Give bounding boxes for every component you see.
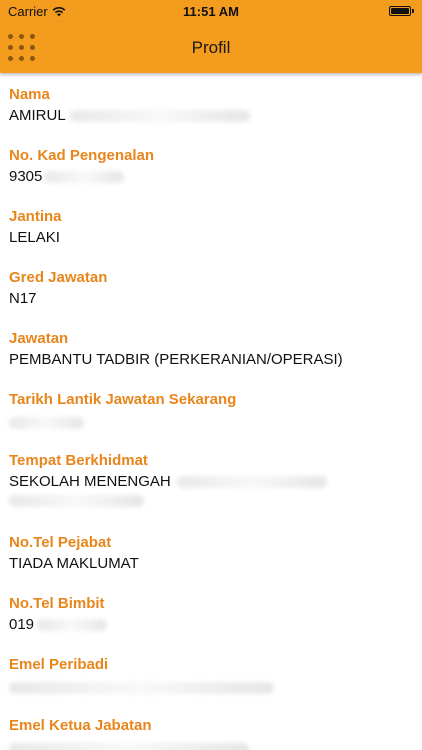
field-value: 9305 bbox=[9, 167, 414, 186]
status-left: Carrier bbox=[8, 4, 66, 19]
field-jawatan: Jawatan PEMBANTU TADBIR (PERKERANIAN/OPE… bbox=[9, 330, 414, 369]
field-label: Nama bbox=[9, 86, 50, 103]
wifi-icon bbox=[52, 6, 66, 16]
field-value-text: SEKOLAH MENENGAH bbox=[9, 473, 171, 490]
field-value: N17 bbox=[9, 289, 414, 308]
field-value-text: PEMBANTU TADBIR (PERKERANIAN/OPERASI) bbox=[9, 351, 343, 368]
redacted-text bbox=[9, 682, 274, 694]
field-value-line2 bbox=[9, 495, 414, 507]
field-no-kad-pengenalan: No. Kad Pengenalan 9305 bbox=[9, 147, 414, 186]
field-value-text: TIADA MAKLUMAT bbox=[9, 555, 139, 572]
battery-icon bbox=[389, 6, 414, 16]
redacted-text bbox=[176, 475, 327, 488]
field-value: 019 bbox=[9, 615, 414, 634]
status-bar: Carrier 11:51 AM bbox=[0, 0, 422, 22]
nav-bar: Profil bbox=[0, 22, 422, 73]
field-jantina: Jantina LELAKI bbox=[9, 208, 414, 247]
redacted-text bbox=[37, 618, 108, 631]
field-value-text: N17 bbox=[9, 290, 37, 307]
field-value bbox=[9, 676, 414, 694]
field-value: PEMBANTU TADBIR (PERKERANIAN/OPERASI) bbox=[9, 350, 414, 369]
field-value: SEKOLAH MENENGAH bbox=[9, 472, 414, 491]
field-value-text: 9305 bbox=[9, 168, 43, 185]
field-emel-peribadi: Emel Peribadi bbox=[9, 656, 414, 694]
field-gred-jawatan: Gred Jawatan N17 bbox=[9, 269, 414, 308]
field-value bbox=[9, 411, 414, 429]
field-no-tel-bimbit: No.Tel Bimbit 019 bbox=[9, 595, 414, 634]
field-tarikh-lantik: Tarikh Lantik Jawatan Sekarang bbox=[9, 391, 414, 429]
field-value-text: AMIRUL bbox=[9, 107, 66, 124]
field-nama: Nama AMIRUL bbox=[9, 86, 414, 125]
carrier-label: Carrier bbox=[8, 3, 48, 19]
field-label: Jawatan bbox=[9, 330, 69, 347]
field-value: AMIRUL bbox=[9, 106, 414, 125]
menu-grid-icon[interactable] bbox=[7, 34, 35, 62]
field-value: LELAKI bbox=[9, 228, 414, 247]
field-label: Tempat Berkhidmat bbox=[9, 452, 148, 469]
field-label: Gred Jawatan bbox=[9, 269, 108, 286]
redacted-text bbox=[9, 743, 249, 750]
field-label: No.Tel Bimbit bbox=[9, 595, 105, 612]
redacted-text bbox=[9, 495, 144, 507]
field-label: Jantina bbox=[9, 208, 62, 225]
field-label: Tarikh Lantik Jawatan Sekarang bbox=[9, 391, 237, 408]
redacted-text bbox=[69, 109, 250, 122]
field-value: TIADA MAKLUMAT bbox=[9, 554, 414, 573]
field-emel-ketua-jabatan: Emel Ketua Jabatan bbox=[9, 717, 414, 750]
field-no-tel-pejabat: No.Tel Pejabat TIADA MAKLUMAT bbox=[9, 534, 414, 573]
redacted-text bbox=[44, 170, 125, 183]
field-value-text: LELAKI bbox=[9, 229, 60, 246]
page-title: Profil bbox=[191, 37, 231, 57]
field-value bbox=[9, 737, 414, 750]
field-label: Emel Peribadi bbox=[9, 656, 109, 673]
field-label: No. Kad Pengenalan bbox=[9, 147, 155, 164]
redacted-text bbox=[9, 417, 84, 429]
field-label: No.Tel Pejabat bbox=[9, 534, 112, 551]
field-tempat-berkhidmat: Tempat Berkhidmat SEKOLAH MENENGAH bbox=[9, 452, 414, 507]
field-value-text: 019 bbox=[9, 616, 35, 633]
field-label: Emel Ketua Jabatan bbox=[9, 717, 152, 734]
